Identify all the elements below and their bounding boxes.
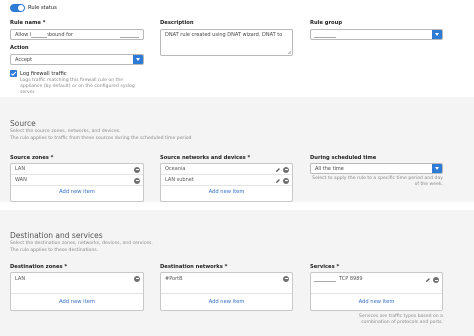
list-item[interactable]: LAN subnet — [161, 175, 292, 186]
add-new-item-link[interactable]: Add new item — [161, 186, 292, 197]
resize-handle-icon[interactable] — [287, 50, 292, 55]
destination-zones-list: LAN Add new item — [10, 272, 144, 311]
destination-networks-label: Destination networks * — [160, 264, 228, 270]
log-traffic-label: Log firewall traffic — [20, 71, 67, 77]
rule-status-label: Rule status — [28, 5, 57, 11]
source-zones-list: LAN WAN Add new item — [10, 163, 144, 202]
action-label: Action — [10, 45, 29, 51]
rule-group-redaction — [314, 31, 336, 38]
rule-name-label: Rule name * — [10, 20, 46, 26]
list-item[interactable]: #PortB — [161, 273, 292, 294]
list-item-label: WAN — [15, 177, 27, 183]
edit-icon[interactable] — [275, 167, 281, 173]
checkmark-icon — [10, 71, 17, 76]
remove-icon[interactable] — [283, 275, 289, 282]
destination-desc-2: The rule applies to these destinations. — [10, 248, 99, 253]
list-item-label: LAN — [15, 166, 26, 172]
edit-icon[interactable] — [275, 178, 281, 184]
schedule-help: Select to apply the rule to a specific t… — [312, 176, 443, 188]
source-networks-label: Source networks and devices * — [160, 155, 251, 161]
remove-icon[interactable] — [134, 166, 140, 173]
list-item-label: TCP 8989 — [339, 276, 363, 282]
destination-zones-label: Destination zones * — [10, 264, 68, 270]
list-item[interactable]: LAN — [11, 164, 143, 175]
log-traffic-help: Logs traffic matching this firewall rule… — [20, 78, 135, 96]
list-item[interactable]: Oceania — [161, 164, 292, 175]
source-title: Source — [10, 119, 36, 128]
destination-networks-list: #PortB Add new item — [160, 272, 293, 311]
action-select[interactable]: Accept — [10, 54, 144, 65]
toggle-knob — [18, 5, 24, 11]
add-new-item-link[interactable]: Add new item — [11, 294, 143, 310]
schedule-value: All the time — [315, 165, 344, 172]
action-dropdown-arrow-icon[interactable] — [133, 55, 143, 64]
log-traffic-checkbox[interactable] — [10, 70, 17, 77]
services-help: Services are traffic types based on a co… — [358, 314, 443, 326]
add-new-item-link[interactable]: Add new item — [11, 186, 143, 197]
source-desc-2: The rule applies to traffic from these s… — [10, 136, 192, 141]
source-networks-list: Oceania LAN subnet Add new item — [160, 163, 293, 202]
rule-group-dropdown-arrow-icon[interactable] — [432, 30, 442, 39]
services-redaction — [314, 275, 336, 282]
remove-icon[interactable] — [283, 177, 289, 184]
action-value: Accept — [15, 56, 33, 63]
remove-icon[interactable] — [134, 275, 140, 282]
list-item-label: #PortB — [165, 276, 183, 282]
list-item-label: LAN subnet — [165, 177, 194, 183]
add-new-item-link[interactable]: Add new item — [161, 294, 292, 310]
description-value: DNAT rule created using DNAT wizard. DNA… — [165, 32, 283, 38]
schedule-dropdown-arrow-icon[interactable] — [432, 164, 442, 173]
source-desc-1: Select the source zones, networks, and d… — [10, 129, 121, 134]
list-item[interactable]: LAN — [11, 273, 143, 294]
schedule-select[interactable]: All the time — [310, 163, 443, 174]
destination-title: Destination and services — [10, 231, 103, 240]
edit-icon[interactable] — [425, 277, 431, 283]
rule-name-redaction-2 — [120, 31, 139, 38]
list-item-label: Oceania — [165, 166, 186, 172]
source-zones-label: Source zones * — [10, 155, 54, 161]
add-new-item-link[interactable]: Add new item — [311, 294, 442, 310]
services-label: Services * — [310, 264, 340, 270]
rule-name-redaction — [31, 31, 47, 38]
rule-group-label: Rule group — [310, 20, 343, 26]
list-item[interactable]: WAN — [11, 175, 143, 186]
description-textarea[interactable]: DNAT rule created using DNAT wizard. DNA… — [160, 29, 293, 56]
schedule-label: During scheduled time — [310, 155, 377, 161]
remove-icon[interactable] — [433, 277, 439, 283]
list-item-label: LAN — [15, 276, 26, 282]
rule-status-toggle[interactable] — [10, 4, 25, 12]
destination-desc-1: Select the destination zones, networks, … — [10, 241, 153, 246]
description-label: Description — [160, 20, 194, 26]
remove-icon[interactable] — [134, 177, 140, 184]
remove-icon[interactable] — [283, 166, 289, 173]
